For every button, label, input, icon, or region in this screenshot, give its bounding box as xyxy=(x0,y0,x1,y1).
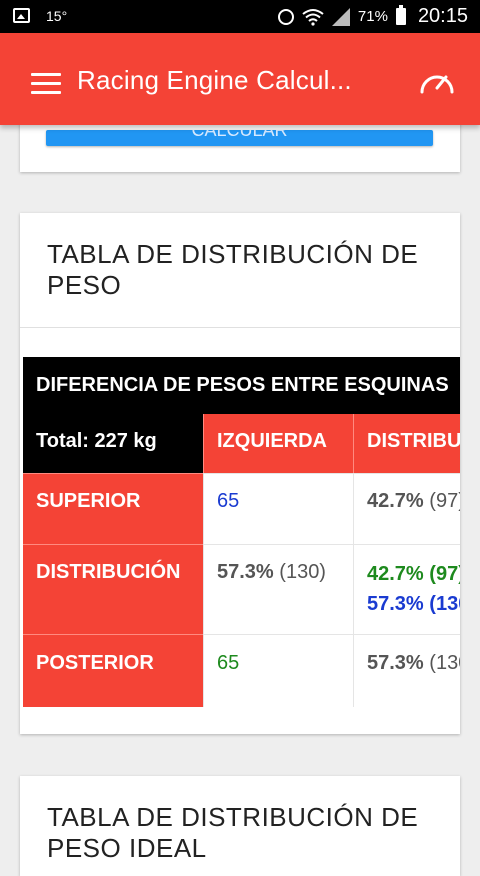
table-row: SUPERIOR 65 42.7% (97) xyxy=(23,473,460,544)
clock-time: 20:15 xyxy=(417,5,468,27)
cell-percent: 42.7% xyxy=(367,563,424,585)
table-caption: DIFERENCIA DE PESOS ENTRE ESQUINAS xyxy=(23,357,460,414)
cell-percent: 57.3% xyxy=(217,561,274,583)
card-title: TABLA DE DISTRIBUCIÓN DE PESO xyxy=(47,239,419,300)
gauge-icon[interactable] xyxy=(418,66,456,96)
cell-kg: (97) xyxy=(429,563,460,585)
weight-distribution-card: TABLA DE DISTRIBUCIÓN DE PESO DIFERENCIA… xyxy=(20,213,460,734)
cell-percent: 57.3% xyxy=(367,593,424,615)
row-label-distribucion: DISTRIBUCIÓN xyxy=(23,544,203,634)
cell-kg: (97) xyxy=(429,490,460,512)
alarm-icon xyxy=(277,8,294,25)
battery-percent: 71% xyxy=(357,8,388,25)
table-cell: 42.7% (97) xyxy=(353,473,460,544)
table-cell: 65 xyxy=(203,473,353,544)
status-icons: 71% 20:15 xyxy=(277,0,468,33)
wifi-icon xyxy=(302,8,324,26)
menu-icon[interactable] xyxy=(31,73,61,95)
app-bar: Racing Engine Calcul... xyxy=(0,33,480,125)
card-title: TABLA DE DISTRIBUCIÓN DE PESO IDEAL xyxy=(47,802,419,863)
cell-percent: 57.3% xyxy=(367,652,424,674)
table-cell: 65 xyxy=(203,634,353,707)
row-label-posterior: POSTERIOR xyxy=(23,634,203,707)
column-header-left: IZQUIERDA xyxy=(203,414,353,473)
table-cell: 57.3% (130) xyxy=(203,544,353,634)
ideal-distribution-card: TABLA DE DISTRIBUCIÓN DE PESO IDEAL xyxy=(20,776,460,876)
column-header-distribution: DISTRIBUCIÓN xyxy=(353,414,460,473)
cell-kg: (130) xyxy=(279,561,326,583)
cell-value: 65 xyxy=(217,490,240,512)
table-row: DISTRIBUCIÓN 57.3% (130) 42.7% (97) 57.3… xyxy=(23,544,460,634)
weight-table[interactable]: DIFERENCIA DE PESOS ENTRE ESQUINAS Total… xyxy=(23,357,460,707)
cell-kg: (130) xyxy=(429,593,460,615)
total-weight-cell: Total: 227 kg xyxy=(23,414,203,473)
signal-icon xyxy=(331,7,350,26)
status-bar: 15° 71% 20:15 xyxy=(0,0,480,33)
calculate-button-label: CALCULAR xyxy=(191,130,288,140)
row-label-superior: SUPERIOR xyxy=(23,473,203,544)
cell-value: 65 xyxy=(217,652,240,674)
app-title: Racing Engine Calcul... xyxy=(77,65,352,95)
table-row: POSTERIOR 65 57.3% (130) xyxy=(23,634,460,707)
divider xyxy=(20,327,460,328)
table-header-row: Total: 227 kg IZQUIERDA DISTRIBUCIÓN xyxy=(23,414,460,473)
table-cell: 42.7% (97) 57.3% (130) xyxy=(353,544,460,634)
cell-percent: 42.7% xyxy=(367,490,424,512)
gallery-notification-icon xyxy=(13,8,30,23)
calculate-button[interactable]: CALCULAR xyxy=(46,130,433,146)
cell-kg: (130) xyxy=(429,652,460,674)
table-cell: 57.3% (130) xyxy=(353,634,460,707)
temperature-text: 15° xyxy=(46,8,68,24)
battery-icon xyxy=(395,5,406,25)
